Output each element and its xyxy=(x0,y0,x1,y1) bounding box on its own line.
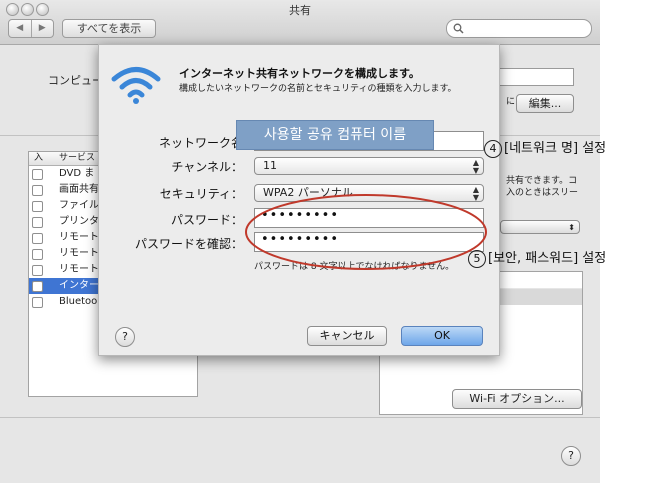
annotation-text: [네트워크 명] 설정 xyxy=(504,141,607,156)
annotation-overlay xyxy=(245,194,487,270)
step-number: 4 xyxy=(484,140,502,158)
annotation-text: [보안, 패스워드] 설정 xyxy=(488,251,607,266)
annotation-security-password: 5 [보안, 패스워드] 설정 xyxy=(468,247,606,268)
step-number: 5 xyxy=(468,250,486,268)
annotation-network-name: 4 [네트워크 명] 설정 xyxy=(484,137,606,158)
network-name-tooltip: 사용할 공유 컴퓨터 이름 xyxy=(236,120,434,150)
highlight-ellipse xyxy=(245,194,487,270)
